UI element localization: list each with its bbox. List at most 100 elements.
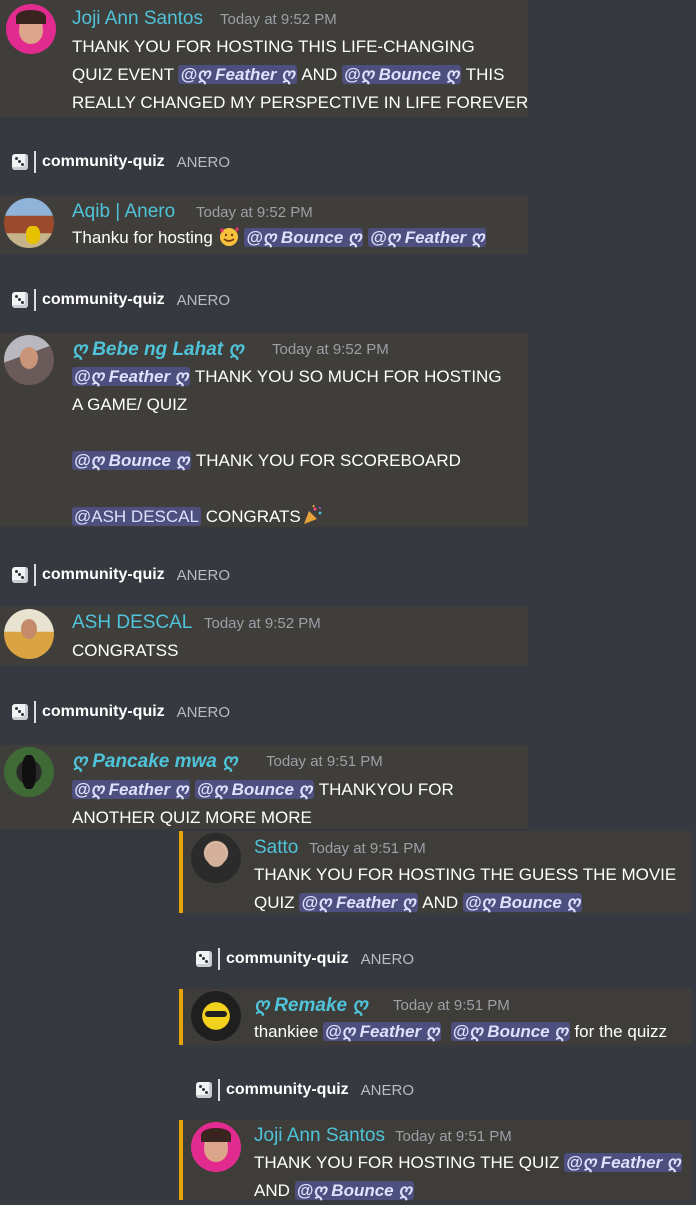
mention-ash-descal[interactable]: @ASH DESCAL [72, 507, 201, 526]
dice-icon [12, 292, 28, 308]
message-line: AND @ღ Bounce ღ [254, 1177, 682, 1205]
message-line: @ღ Feather ღ @ღ Bounce ღ THANKYOU FOR [72, 776, 454, 804]
author-name[interactable]: ღ Bebe ng Lahat ღ [72, 338, 243, 361]
author-name[interactable]: Joji Ann Santos [72, 8, 203, 30]
mention-bounce[interactable]: @ღ Bounce ღ [244, 228, 364, 247]
mention-feather[interactable]: @ღ Feather ღ [72, 780, 191, 799]
mention-bounce[interactable]: @ღ Bounce ღ [462, 893, 582, 912]
channel-name[interactable]: community-quiz [42, 703, 165, 721]
server-name: ANERO [360, 1081, 415, 1099]
mention-bounce[interactable]: @ღ Bounce ღ [341, 65, 462, 84]
server-name: ANERO [176, 703, 231, 721]
avatar[interactable] [191, 991, 241, 1041]
mention-feather[interactable]: @ღ Feather ღ [323, 1022, 442, 1041]
message-line: QUIZ @ღ Feather ღ AND @ღ Bounce ღ [254, 889, 676, 917]
message-text: THANK YOU FOR HOSTING THE GUESS THE MOVI… [254, 861, 676, 917]
avatar[interactable] [6, 4, 56, 54]
channel-header[interactable]: community-quiz ANERO [12, 283, 230, 317]
author-name[interactable]: Joji Ann Santos [254, 1125, 385, 1147]
mention-feather[interactable]: @ღ Feather ღ [72, 367, 191, 386]
timestamp: Today at 9:52 PM [196, 204, 313, 221]
text-segment: THIS [461, 65, 505, 84]
text-segment: for the quizz [569, 1022, 668, 1041]
channel-name[interactable]: community-quiz [42, 566, 165, 584]
dice-icon [196, 1082, 212, 1098]
message-line: QUIZ EVENT @ღ Feather ღ AND @ღ Bounce ღ … [72, 61, 528, 89]
avatar[interactable] [4, 335, 54, 385]
message-remake: ღ Remake ღ Today at 9:51 PM thankiee @ღ … [179, 989, 692, 1045]
channel-name[interactable]: community-quiz [226, 950, 349, 968]
author-name[interactable]: Satto [254, 837, 298, 859]
mention-bounce[interactable]: @ღ Bounce ღ [194, 780, 314, 799]
server-name: ANERO [360, 950, 415, 968]
message-text: Thanku for hosting @ღ Bounce ღ @ღ Feathe… [72, 224, 487, 255]
channel-name[interactable]: community-quiz [42, 153, 165, 171]
server-name: ANERO [176, 291, 231, 309]
message-text: thankiee @ღ Feather ღ @ღ Bounce ღ for th… [254, 1018, 667, 1046]
divider [34, 701, 36, 723]
avatar[interactable] [4, 198, 54, 248]
channel-name[interactable]: community-quiz [226, 1081, 349, 1099]
avatar-eyes [205, 1011, 227, 1017]
mention-bounce[interactable]: @ღ Bounce ღ [294, 1181, 414, 1200]
message-line: @ASH DESCAL CONGRATS [72, 503, 502, 534]
author-name[interactable]: ღ Remake ღ [254, 994, 367, 1017]
smiling-face-hearts-icon [218, 226, 240, 255]
avatar[interactable] [191, 833, 241, 883]
text-segment: THANK YOU FOR SCOREBOARD [191, 451, 461, 470]
text-segment: QUIZ EVENT [72, 65, 179, 84]
author-name[interactable]: Aqib | Anero [72, 201, 175, 223]
divider [34, 289, 36, 311]
avatar-face [21, 619, 37, 639]
mention-feather[interactable]: @ღ Feather ღ [564, 1153, 683, 1172]
mention-feather[interactable]: @ღ Feather ღ [299, 893, 418, 912]
timestamp: Today at 9:51 PM [393, 997, 510, 1014]
channel-header[interactable]: community-quiz ANERO [12, 558, 230, 592]
avatar[interactable] [4, 609, 54, 659]
author-name[interactable]: ღ Pancake mwa ღ [72, 750, 237, 773]
divider [34, 151, 36, 173]
message-pancake: ღ Pancake mwa ღ Today at 9:51 PM @ღ Feat… [0, 745, 528, 829]
divider [218, 948, 220, 970]
message-line: @ღ Feather ღ THANK YOU SO MUCH FOR HOSTI… [72, 363, 502, 391]
dice-icon [12, 704, 28, 720]
party-popper-icon [301, 504, 323, 534]
message-line: THANK YOU FOR HOSTING THE GUESS THE MOVI… [254, 865, 677, 884]
avatar-figure [26, 226, 40, 244]
mention-feather[interactable]: @ღ Feather ღ [178, 65, 297, 84]
text-segment: CONGRATS [200, 507, 301, 526]
channel-header[interactable]: community-quiz ANERO [196, 942, 414, 976]
mention-feather[interactable]: @ღ Feather ღ [368, 228, 487, 247]
channel-header[interactable]: community-quiz ANERO [196, 1073, 414, 1107]
avatar[interactable] [191, 1122, 241, 1172]
avatar[interactable] [4, 747, 54, 797]
text-segment: THANK YOU SO MUCH FOR HOSTING [190, 367, 502, 386]
timestamp: Today at 9:52 PM [220, 11, 337, 28]
avatar-figure [22, 755, 36, 789]
channel-header[interactable]: community-quiz ANERO [12, 145, 230, 179]
server-name: ANERO [176, 566, 231, 584]
divider [34, 564, 36, 586]
mention-bounce[interactable]: @ღ Bounce ღ [450, 1022, 570, 1041]
message-aqib: Aqib | Anero Today at 9:52 PM Thanku for… [0, 196, 528, 254]
avatar-face [20, 347, 38, 369]
message-text: THANK YOU FOR HOSTING THE QUIZ @ღ Feathe… [254, 1149, 683, 1205]
text-segment: THANK YOU FOR HOSTING THE QUIZ [254, 1153, 565, 1172]
message-joji-1: Joji Ann Santos Today at 9:52 PM THANK Y… [0, 0, 528, 117]
timestamp: Today at 9:51 PM [395, 1128, 512, 1145]
timestamp: Today at 9:51 PM [266, 753, 383, 770]
server-name: ANERO [176, 153, 231, 171]
message-line: THANK YOU FOR HOSTING THIS LIFE-CHANGING [72, 37, 475, 56]
timestamp: Today at 9:52 PM [204, 615, 321, 632]
author-name[interactable]: ASH DESCAL [72, 612, 192, 634]
mention-bounce[interactable]: @ღ Bounce ღ [72, 451, 192, 470]
channel-header[interactable]: community-quiz ANERO [12, 695, 230, 729]
message-bebe: ღ Bebe ng Lahat ღ Today at 9:52 PM @ღ Fe… [0, 333, 528, 527]
channel-name[interactable]: community-quiz [42, 291, 165, 309]
text-segment: AND [417, 893, 463, 912]
divider [218, 1079, 220, 1101]
avatar-hair [201, 1128, 231, 1142]
text-segment: THANKYOU FOR [314, 780, 454, 799]
dice-icon [12, 567, 28, 583]
